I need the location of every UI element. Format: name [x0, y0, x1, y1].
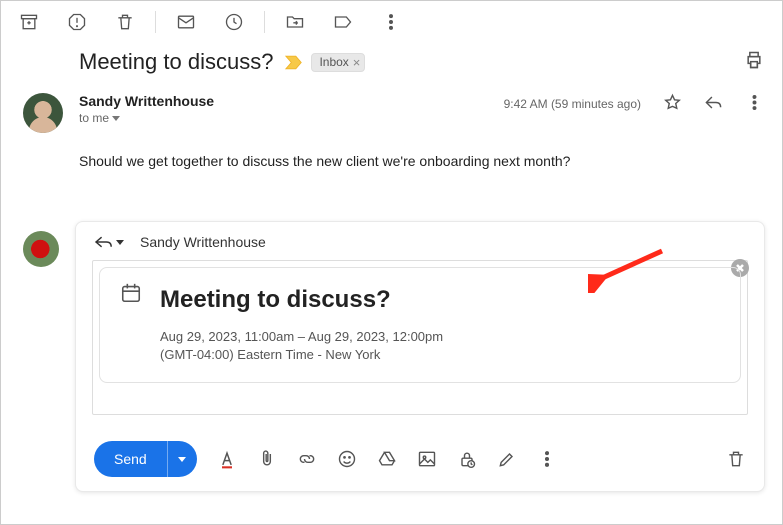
message-header: Sandy Writtenhouse to me 9:42 AM (59 min…: [1, 87, 782, 133]
event-timezone: (GMT-04:00) Eastern Time - New York: [160, 346, 443, 364]
insert-link-icon[interactable]: [297, 449, 317, 469]
reply-recipient[interactable]: Sandy Writtenhouse: [140, 234, 266, 250]
insert-drive-icon[interactable]: [377, 449, 397, 469]
confidential-mode-icon[interactable]: [457, 449, 477, 469]
calendar-icon: [120, 282, 142, 364]
formatting-options-icon[interactable]: [217, 449, 237, 469]
sender-name: Sandy Writtenhouse: [79, 93, 504, 109]
mark-unread-icon[interactable]: [176, 12, 196, 32]
insert-signature-icon[interactable]: [497, 449, 517, 469]
timestamp: 9:42 AM (59 minutes ago): [504, 97, 641, 111]
reply-type-dropdown[interactable]: [94, 234, 124, 250]
insert-photo-icon[interactable]: [417, 449, 437, 469]
chip-text: Inbox: [319, 55, 348, 69]
discard-draft-icon[interactable]: [726, 449, 746, 469]
insert-emoji-icon[interactable]: [337, 449, 357, 469]
importance-marker-icon[interactable]: [285, 55, 303, 70]
sender-avatar[interactable]: [23, 93, 63, 133]
print-icon[interactable]: [744, 50, 764, 75]
message-more-icon[interactable]: [745, 93, 764, 115]
remove-label-icon[interactable]: ×: [353, 55, 361, 70]
separator: [264, 11, 265, 33]
report-spam-icon[interactable]: [67, 12, 87, 32]
snooze-icon[interactable]: [224, 12, 244, 32]
message-body: Should we get together to discuss the ne…: [1, 133, 782, 169]
to-text: to me: [79, 111, 109, 125]
compose-reply-card: Sandy Writtenhouse Meeting to discuss? A…: [75, 221, 765, 492]
star-icon[interactable]: [663, 93, 682, 115]
reply-icon[interactable]: [704, 93, 723, 115]
my-avatar[interactable]: [23, 231, 59, 267]
separator: [155, 11, 156, 33]
email-subject: Meeting to discuss?: [79, 49, 273, 75]
compose-body[interactable]: Meeting to discuss? Aug 29, 2023, 11:00a…: [92, 260, 748, 415]
more-icon[interactable]: [381, 12, 401, 32]
delete-icon[interactable]: [115, 12, 135, 32]
chevron-down-icon: [116, 240, 124, 245]
send-button[interactable]: Send: [94, 441, 197, 477]
send-label: Send: [94, 441, 167, 477]
subject-row: Meeting to discuss? Inbox ×: [1, 43, 782, 87]
chevron-down-icon: [112, 116, 120, 121]
mail-action-toolbar: [1, 1, 782, 43]
attach-file-icon[interactable]: [257, 449, 277, 469]
move-to-icon[interactable]: [285, 12, 305, 32]
recipient-dropdown[interactable]: to me: [79, 111, 504, 125]
event-details: Meeting to discuss? Aug 29, 2023, 11:00a…: [160, 282, 443, 364]
compose-toolbar: Send: [76, 431, 764, 491]
event-time: Aug 29, 2023, 11:00am – Aug 29, 2023, 12…: [160, 328, 443, 346]
inbox-label-chip[interactable]: Inbox ×: [311, 53, 365, 72]
send-options-dropdown[interactable]: [167, 441, 197, 477]
calendar-event-attachment[interactable]: Meeting to discuss? Aug 29, 2023, 11:00a…: [99, 267, 741, 383]
reply-header: Sandy Writtenhouse: [76, 222, 764, 260]
compose-more-icon[interactable]: [537, 449, 557, 469]
labels-icon[interactable]: [333, 12, 353, 32]
event-title: Meeting to discuss?: [160, 286, 443, 314]
archive-icon[interactable]: [19, 12, 39, 32]
